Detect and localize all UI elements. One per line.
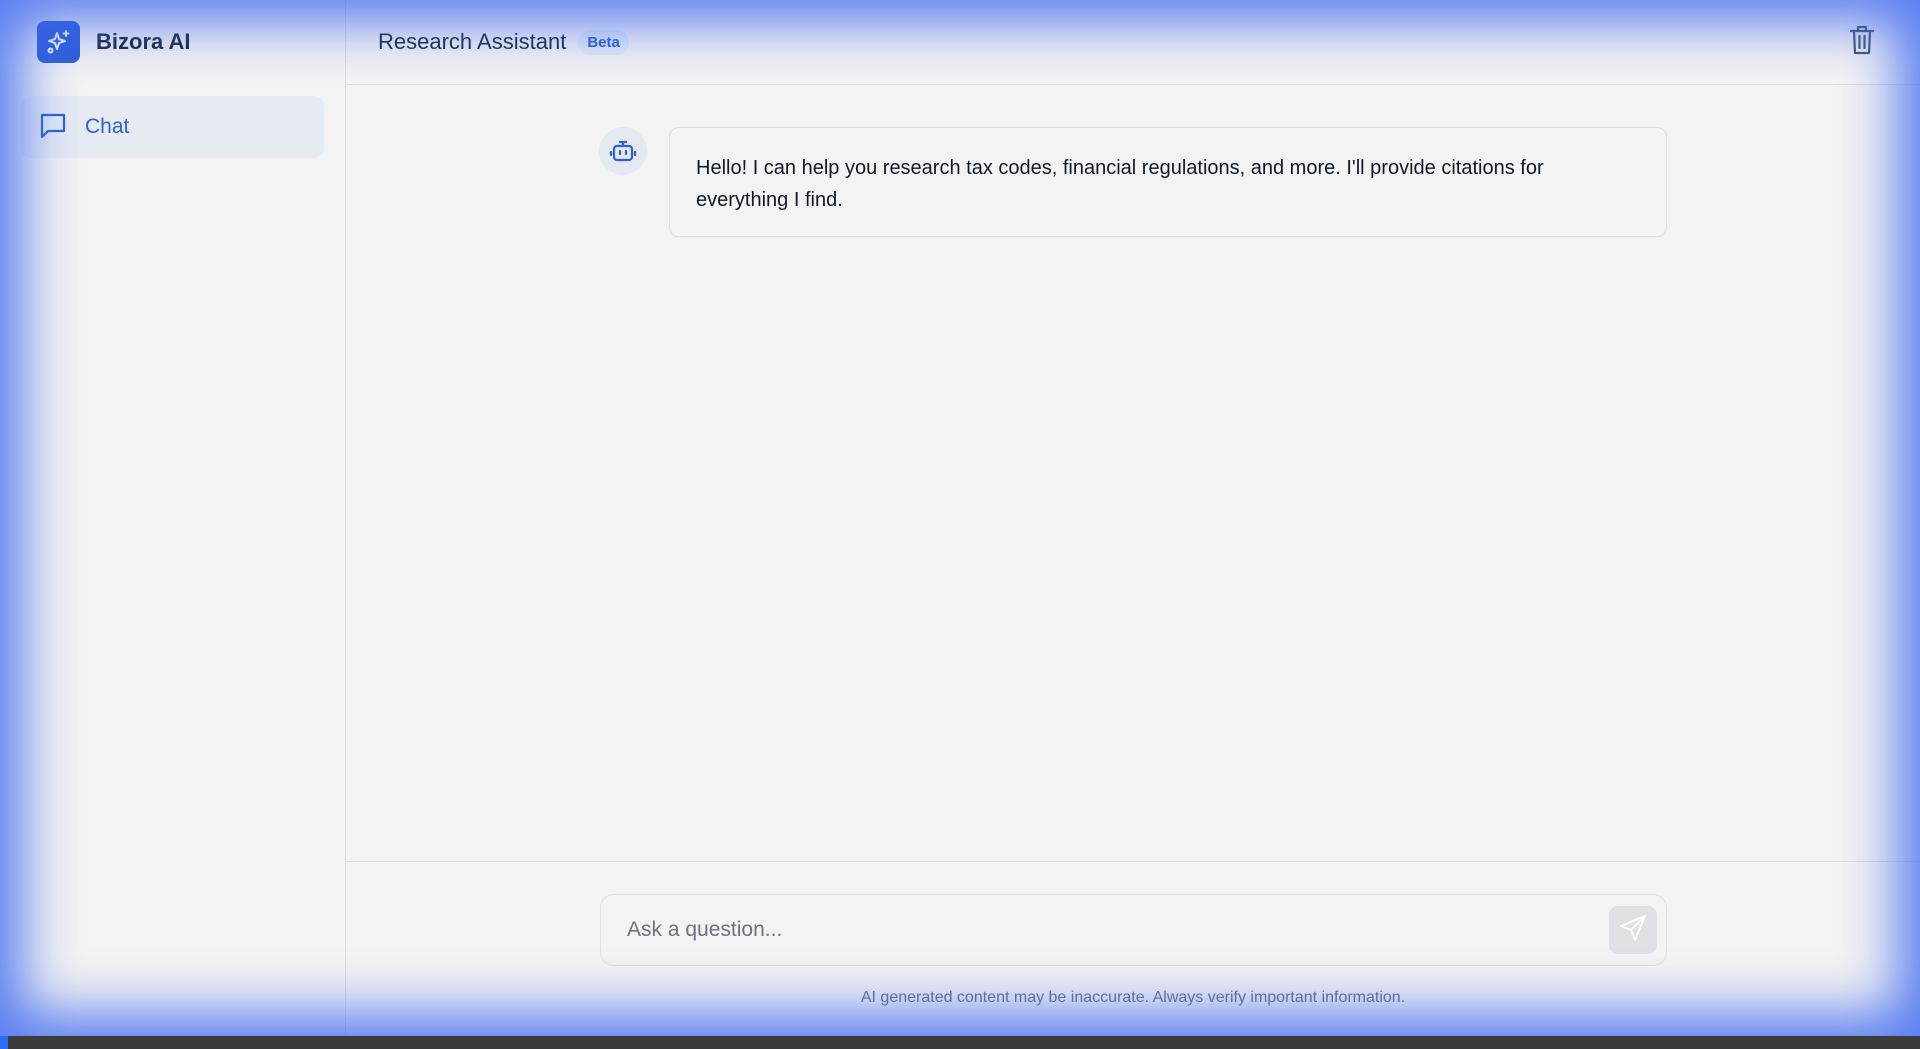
- message-list: Hello! I can help you research tax codes…: [346, 86, 1920, 861]
- chat-bubble-icon: [37, 109, 69, 146]
- sparkles-icon: [37, 21, 80, 63]
- robot-icon: [599, 127, 647, 175]
- chat-header: Research Assistant Beta: [346, 0, 1920, 85]
- sidebar: Bizora AI Chat: [0, 0, 346, 1036]
- app-window: Bizora AI Chat Research Assistant Beta H…: [0, 0, 1920, 1036]
- disclaimer-text: AI generated content may be inaccurate. …: [860, 989, 1406, 1006]
- send-icon: [1618, 913, 1648, 948]
- brand: Bizora AI: [37, 21, 191, 63]
- composer: AI generated content may be inaccurate. …: [346, 861, 1920, 1036]
- brand-name: Bizora AI: [96, 29, 191, 54]
- sidebar-item-chat[interactable]: Chat: [21, 96, 324, 158]
- assistant-message: Hello! I can help you research tax codes…: [669, 127, 1667, 237]
- sidebar-item-label: Chat: [85, 115, 130, 138]
- trash-icon: [1848, 24, 1876, 61]
- question-input[interactable]: [627, 895, 1577, 965]
- clear-chat-button[interactable]: [1844, 24, 1880, 60]
- page-title: Research Assistant: [378, 29, 567, 54]
- send-button[interactable]: [1609, 906, 1657, 954]
- main-panel: Research Assistant Beta Hello! I can hel…: [346, 0, 1920, 1036]
- beta-badge: Beta: [578, 29, 629, 55]
- bottom-bar-accent: [0, 1036, 8, 1049]
- bottom-bar: [0, 1036, 1920, 1049]
- question-input-container: [600, 894, 1667, 966]
